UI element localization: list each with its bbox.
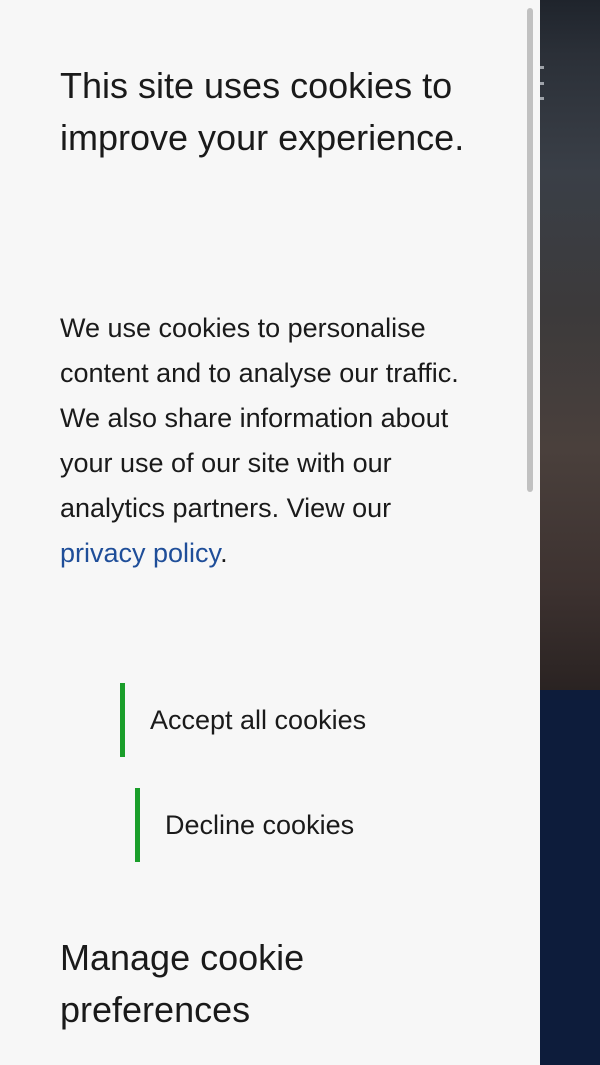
- privacy-policy-link[interactable]: privacy policy: [60, 538, 220, 568]
- background-hero-image: [536, 0, 600, 690]
- background-site: [536, 0, 600, 1065]
- decline-cookies-button[interactable]: Decline cookies: [135, 788, 354, 862]
- accept-all-cookies-button[interactable]: Accept all cookies: [120, 683, 366, 757]
- cookie-description-text: We use cookies to personalise content an…: [60, 313, 459, 523]
- cookie-title: This site uses cookies to improve your e…: [60, 65, 465, 158]
- cookie-description: We use cookies to personalise content an…: [60, 306, 480, 576]
- page: This site uses cookies to improve your e…: [0, 0, 600, 1065]
- background-footer: [540, 690, 600, 1065]
- cookie-description-end: .: [220, 538, 228, 568]
- panel-scrollbar[interactable]: [527, 8, 533, 492]
- manage-cookie-preferences-heading: Manage cookie preferences: [60, 937, 305, 1030]
- cookie-consent-panel: This site uses cookies to improve your e…: [0, 0, 540, 1065]
